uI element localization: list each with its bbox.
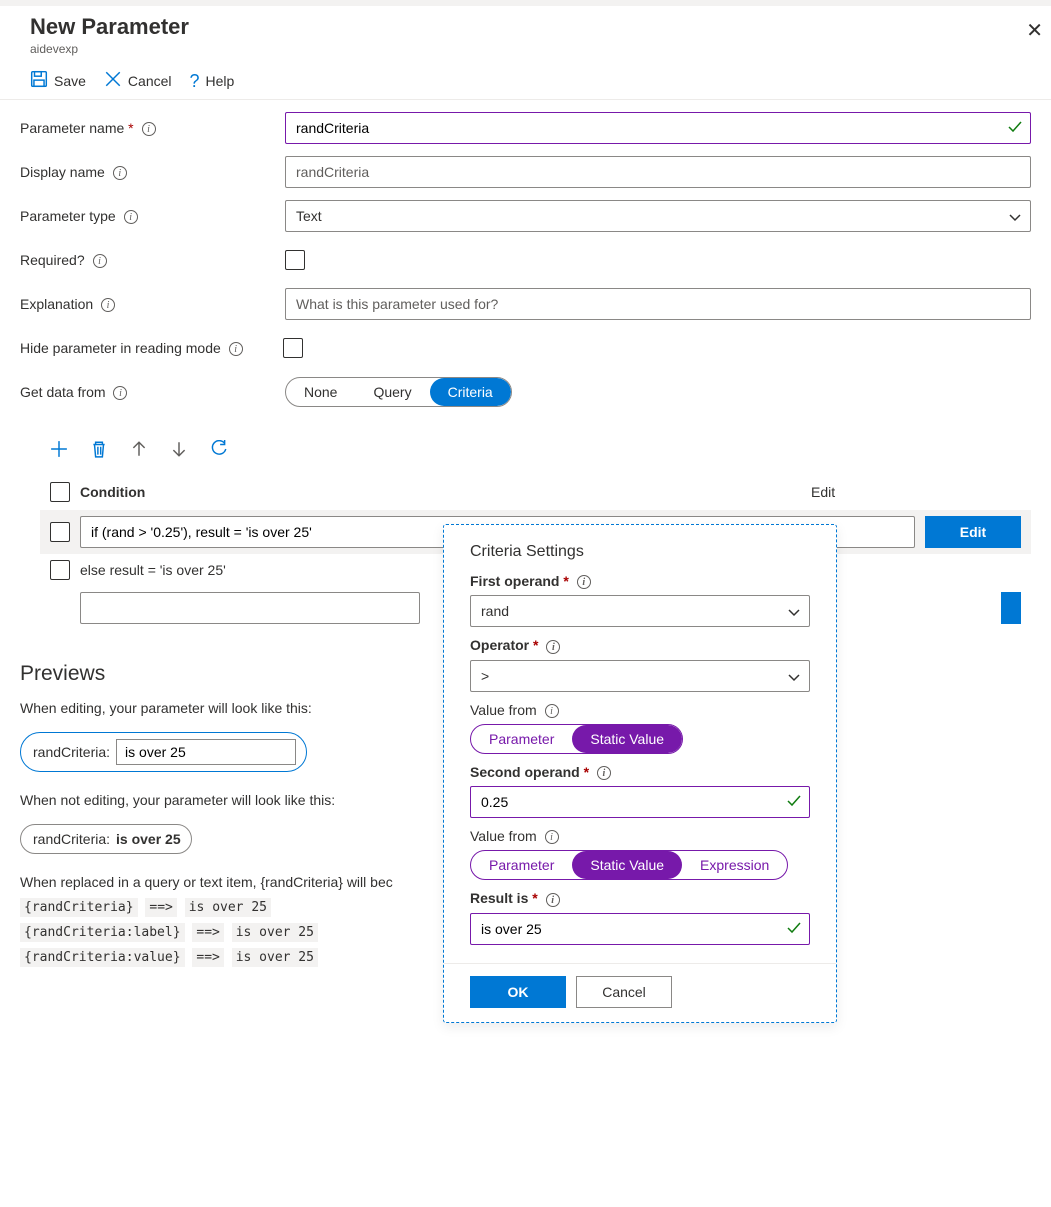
row-checkbox[interactable]	[50, 560, 70, 580]
pill-query[interactable]: Query	[355, 378, 429, 406]
save-button[interactable]: Save	[30, 70, 86, 91]
info-icon[interactable]: i	[577, 575, 591, 589]
help-button[interactable]: ? Help	[190, 70, 235, 91]
pill-parameter[interactable]: Parameter	[471, 725, 572, 753]
criteria-settings-popup: Criteria Settings First operand * i rand…	[443, 524, 837, 1023]
info-icon[interactable]: i	[142, 122, 156, 136]
save-icon	[30, 70, 48, 91]
value-from-label-1: Value from i	[470, 702, 810, 718]
pill-static-value[interactable]: Static Value	[572, 725, 682, 753]
info-icon[interactable]: i	[546, 640, 560, 654]
toolbar: Save Cancel ? Help	[30, 70, 1021, 91]
info-icon[interactable]: i	[101, 298, 115, 312]
condition-header: Condition	[80, 484, 145, 500]
chip-label: randCriteria:	[33, 831, 110, 847]
operator-label: Operator * i	[470, 637, 810, 653]
param-name-input[interactable]	[285, 112, 1031, 144]
info-icon[interactable]: i	[113, 386, 127, 400]
chip-input[interactable]	[116, 739, 296, 765]
row-checkbox[interactable]	[50, 522, 70, 542]
chip-value: is over 25	[116, 831, 181, 847]
get-data-label: Get data from i	[20, 384, 285, 400]
page-subtitle: aidevexp	[30, 42, 1021, 56]
pill-parameter[interactable]: Parameter	[471, 851, 572, 879]
get-data-pillgroup: None Query Criteria	[285, 377, 512, 407]
refresh-icon[interactable]	[210, 440, 228, 458]
cancel-icon	[104, 70, 122, 91]
header: New Parameter aidevexp ✕ Save Cancel ? H…	[0, 6, 1051, 100]
close-icon[interactable]: ✕	[1018, 14, 1051, 47]
required-checkbox[interactable]	[285, 250, 305, 270]
help-label: Help	[206, 73, 235, 89]
second-operand-label: Second operand * i	[470, 764, 810, 780]
popup-footer: OK Cancel	[470, 976, 810, 1008]
first-operand-select[interactable]: rand	[470, 595, 810, 627]
preview-chip-editing: randCriteria:	[20, 732, 307, 772]
move-down-icon[interactable]	[170, 440, 188, 458]
info-icon[interactable]: i	[545, 704, 559, 718]
display-name-label: Display name i	[20, 164, 285, 180]
info-icon[interactable]: i	[545, 830, 559, 844]
result-input[interactable]	[470, 913, 810, 945]
first-operand-label: First operand * i	[470, 573, 810, 589]
edit-button[interactable]: Edit	[925, 516, 1021, 548]
display-name-input[interactable]	[285, 156, 1031, 188]
chip-label: randCriteria:	[33, 744, 110, 760]
save-label: Save	[54, 73, 86, 89]
popup-title: Criteria Settings	[470, 543, 810, 561]
info-icon[interactable]: i	[597, 766, 611, 780]
preview-chip-readonly: randCriteria: is over 25	[20, 824, 192, 854]
explanation-label: Explanation i	[20, 296, 285, 312]
result-label: Result is * i	[470, 890, 810, 906]
add-icon[interactable]	[50, 440, 68, 458]
info-icon[interactable]: i	[229, 342, 243, 356]
ok-button[interactable]: OK	[470, 976, 566, 1008]
page-title: New Parameter	[30, 14, 1021, 40]
form-panel: Parameter name * i Display name i Parame…	[0, 100, 1051, 408]
value-from-pillgroup-2: Parameter Static Value Expression	[470, 850, 788, 880]
hide-checkbox[interactable]	[283, 338, 303, 358]
explanation-input[interactable]	[285, 288, 1031, 320]
info-icon[interactable]: i	[113, 166, 127, 180]
param-name-label: Parameter name * i	[20, 120, 285, 136]
select-all-checkbox[interactable]	[50, 482, 70, 502]
pill-expression[interactable]: Expression	[682, 851, 787, 879]
edit-header: Edit	[811, 484, 1021, 500]
info-icon[interactable]: i	[93, 254, 107, 268]
param-type-label: Parameter type i	[20, 208, 285, 224]
operator-select[interactable]: >	[470, 660, 810, 692]
help-icon: ?	[190, 72, 200, 90]
hide-label: Hide parameter in reading mode i	[20, 340, 285, 356]
edit-button-small[interactable]	[1001, 592, 1021, 624]
info-icon[interactable]: i	[546, 893, 560, 907]
required-label: Required? i	[20, 252, 285, 268]
cancel-label: Cancel	[128, 73, 172, 89]
value-from-pillgroup-1: Parameter Static Value	[470, 724, 683, 754]
value-from-label-2: Value from i	[470, 828, 810, 844]
pill-criteria[interactable]: Criteria	[430, 378, 511, 406]
second-operand-input[interactable]	[470, 786, 810, 818]
move-up-icon[interactable]	[130, 440, 148, 458]
cancel-button[interactable]: Cancel	[576, 976, 672, 1008]
condition-input-empty[interactable]	[80, 592, 420, 624]
pill-none[interactable]: None	[286, 378, 355, 406]
criteria-header-row: Condition Edit	[50, 474, 1021, 510]
info-icon[interactable]: i	[124, 210, 138, 224]
pill-static-value[interactable]: Static Value	[572, 851, 682, 879]
delete-icon[interactable]	[90, 440, 108, 458]
cancel-button[interactable]: Cancel	[104, 70, 172, 91]
param-type-select[interactable]: Text	[285, 200, 1031, 232]
criteria-toolbar	[50, 440, 1021, 458]
